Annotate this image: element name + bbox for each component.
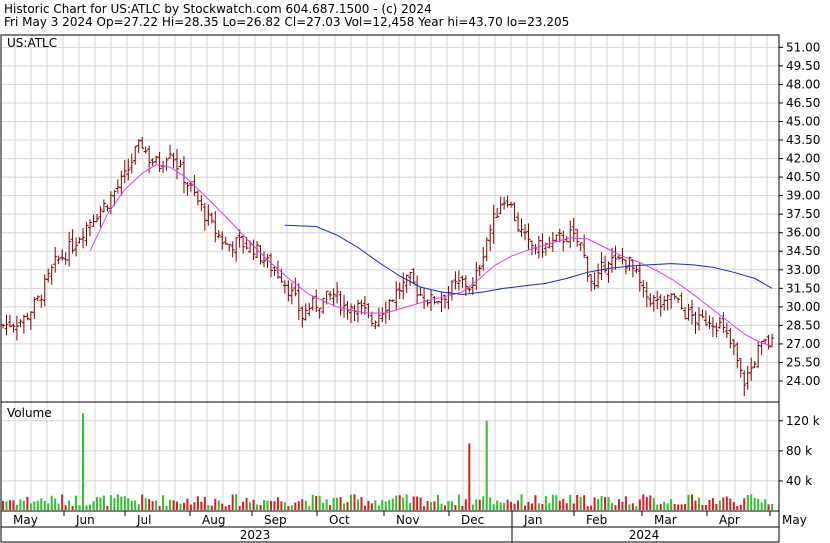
month-label: Nov [396, 513, 419, 527]
month-label: Dec [461, 513, 484, 527]
month-label: Jan [523, 513, 543, 527]
price-tick-label: 27.00 [786, 337, 820, 351]
price-tick-label: 28.50 [786, 318, 820, 332]
month-label: Feb [586, 513, 607, 527]
chart-header-line2: Fri May 3 2024 Op=27.22 Hi=28.35 Lo=26.8… [4, 15, 569, 29]
price-tick-label: 34.50 [786, 244, 820, 258]
price-tick-label: 39.00 [786, 189, 820, 203]
price-tick-label: 30.00 [786, 300, 820, 314]
month-label: Aug [202, 513, 225, 527]
volume-tick-label: 80 k [786, 444, 812, 458]
volume-tick-label: 40 k [786, 474, 812, 488]
year-label: 2023 [240, 528, 271, 542]
month-label: Sep [264, 513, 287, 527]
price-tick-label: 51.00 [786, 40, 820, 54]
price-tick-label: 37.50 [786, 207, 820, 221]
stock-chart: Historic Chart for US:ATLC by Stockwatch… [0, 0, 830, 543]
volume-tick-label: 120 k [786, 414, 820, 428]
month-label: Apr [719, 513, 740, 527]
price-tick-label: 24.00 [786, 374, 820, 388]
month-label: May [13, 513, 38, 527]
month-label: Oct [329, 513, 350, 527]
price-tick-label: 25.50 [786, 355, 820, 369]
price-tick-label: 46.50 [786, 96, 820, 110]
price-tick-label: 43.50 [786, 133, 820, 147]
price-tick-label: 49.50 [786, 59, 820, 73]
price-tick-label: 45.00 [786, 114, 820, 128]
month-label: Mar [654, 513, 677, 527]
month-label: Jun [75, 513, 95, 527]
year-label: 2024 [629, 528, 660, 542]
month-label: May [782, 513, 807, 527]
volume-label: Volume [7, 406, 52, 420]
price-tick-label: 33.00 [786, 263, 820, 277]
price-tick-label: 36.00 [786, 226, 820, 240]
price-tick-label: 31.50 [786, 281, 820, 295]
chart-header-line1: Historic Chart for US:ATLC by Stockwatch… [4, 2, 432, 16]
price-tick-label: 42.00 [786, 152, 820, 166]
price-tick-label: 48.00 [786, 77, 820, 91]
price-tick-label: 40.50 [786, 170, 820, 184]
symbol-label: US:ATLC [7, 36, 57, 50]
month-label: Jul [136, 513, 151, 527]
